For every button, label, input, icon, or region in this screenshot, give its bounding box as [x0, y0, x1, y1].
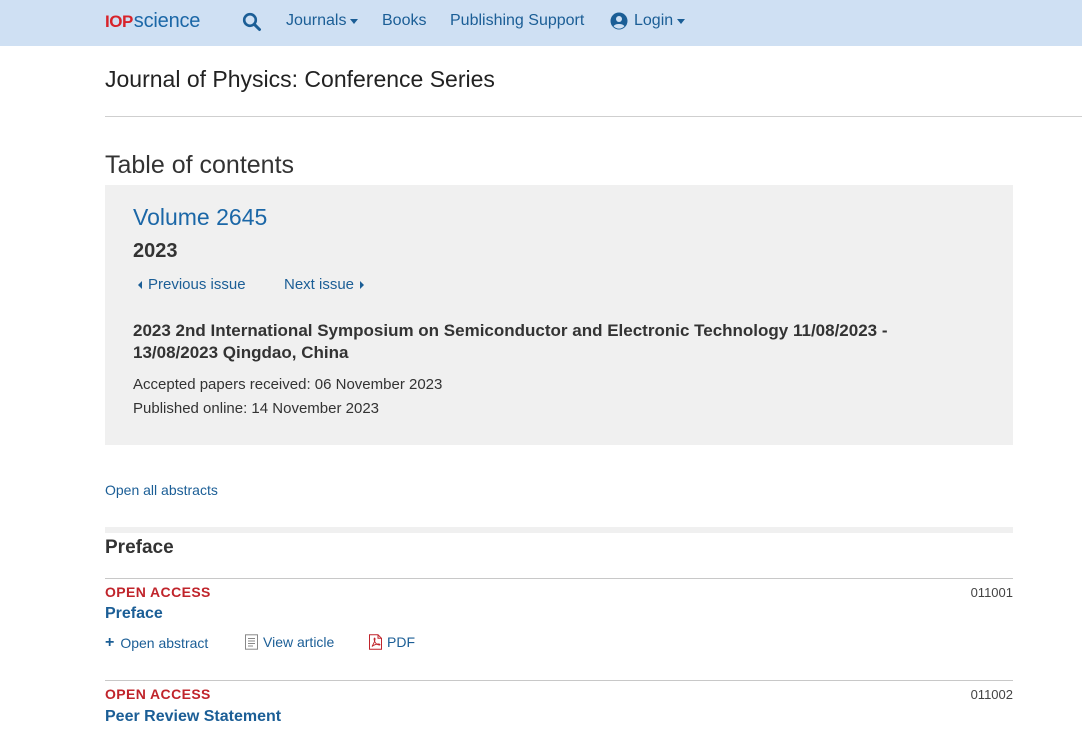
view-article-label: View article [263, 634, 335, 650]
nav-publishing-support-link[interactable]: Publishing Support [450, 12, 584, 30]
previous-issue-link[interactable]: Previous issue [138, 276, 246, 293]
logo-iop-text: IOP [105, 12, 133, 31]
section-title: Preface [105, 537, 174, 558]
page-title: Table of contents [105, 151, 295, 179]
iopscience-logo[interactable]: IOP science [105, 10, 200, 34]
arrow-right-icon [360, 280, 365, 289]
user-icon [610, 12, 628, 30]
next-issue-label: Next issue [284, 276, 355, 293]
published-date: Published online: 14 November 2023 [133, 400, 379, 417]
volume-info-panel: Volume 2645 2023 Previous issue Next iss… [105, 185, 1013, 445]
header-divider [105, 116, 1082, 117]
pdf-label: PDF [387, 634, 415, 650]
volume-title: Volume 2645 [133, 204, 268, 230]
nav-journals-label: Journals [286, 12, 347, 29]
top-navigation-bar: IOP science Journals Books Publishing Su… [0, 0, 1082, 46]
accepted-date: Accepted papers received: 06 November 20… [133, 376, 443, 393]
logo-science-text: science [133, 10, 201, 32]
article-divider [105, 578, 1013, 579]
caret-down-icon [677, 18, 686, 24]
open-abstract-button[interactable]: + Open abstract [105, 634, 208, 652]
nav-books-link[interactable]: Books [382, 12, 426, 30]
nav-login-label: Login [634, 12, 674, 29]
document-icon [245, 634, 258, 650]
open-abstract-label: Open abstract [120, 635, 209, 651]
previous-issue-label: Previous issue [148, 276, 246, 293]
article-divider [105, 680, 1013, 681]
pdf-download-link[interactable]: PDF [368, 634, 415, 650]
conference-title: 2023 2nd International Symposium on Semi… [133, 321, 888, 362]
article-number: 011001 [970, 585, 1013, 600]
journal-title[interactable]: Journal of Physics: Conference Series [105, 66, 495, 93]
next-issue-link[interactable]: Next issue [284, 276, 365, 293]
caret-down-icon [350, 18, 359, 24]
open-access-badge: OPEN ACCESS [105, 584, 211, 600]
open-all-abstracts-link[interactable]: Open all abstracts [105, 482, 218, 498]
article-number: 011002 [970, 687, 1013, 702]
nav-journals-dropdown[interactable]: Journals [286, 12, 359, 30]
search-icon[interactable] [242, 12, 262, 32]
nav-login-dropdown[interactable]: Login [610, 12, 686, 30]
plus-icon: + [105, 634, 115, 651]
open-access-badge: OPEN ACCESS [105, 686, 211, 702]
article-title-link[interactable]: Peer Review Statement [105, 708, 281, 726]
pdf-icon [369, 634, 382, 650]
nav-publishing-support-label: Publishing Support [450, 12, 585, 29]
nav-books-label: Books [382, 12, 427, 29]
view-article-link[interactable]: View article [244, 634, 334, 650]
section-divider [105, 527, 1013, 533]
arrow-left-icon [138, 280, 142, 289]
volume-year: 2023 [133, 240, 178, 262]
article-title-link[interactable]: Preface [105, 605, 163, 623]
